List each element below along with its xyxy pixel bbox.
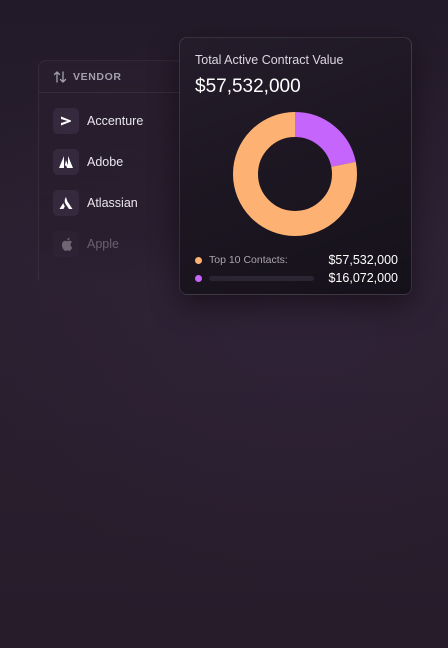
vendor-name: Apple	[87, 237, 119, 251]
accenture-logo-icon	[53, 108, 79, 134]
contract-value-card: Total Active Contract Value $57,532,000 …	[179, 37, 412, 295]
legend-item-second: $16,072,000	[195, 269, 398, 287]
atlassian-logo-icon	[53, 190, 79, 216]
total-contract-value: $57,532,000	[195, 76, 301, 97]
vendor-header-label: VENDOR	[73, 70, 122, 83]
apple-logo-icon	[53, 231, 79, 257]
legend-label: Top 10 Contacts:	[209, 254, 288, 266]
vendor-row-accenture[interactable]: Accenture	[53, 108, 143, 134]
purple-legend-dot	[195, 274, 202, 282]
vendor-name: Adobe	[87, 155, 124, 169]
legend-item-top-10: Top 10 Contacts: $57,532,000	[195, 251, 398, 269]
vendor-name: Atlassian	[87, 196, 138, 210]
vendor-name: Accenture	[87, 114, 144, 128]
card-title: Total Active Contract Value	[195, 53, 344, 67]
legend-placeholder-bar	[209, 275, 315, 281]
legend-amount: $57,532,000	[328, 253, 398, 267]
vendor-row-atlassian[interactable]: Atlassian	[53, 190, 138, 216]
donut-chart	[233, 112, 357, 236]
legend-amount: $16,072,000	[328, 271, 398, 285]
vendor-column-header[interactable]: VENDOR	[39, 61, 198, 93]
sort-arrows-icon[interactable]	[53, 70, 67, 84]
vendor-row-apple[interactable]: Apple	[53, 231, 119, 257]
adobe-logo-icon	[53, 149, 79, 175]
vendor-row-adobe[interactable]: Adobe	[53, 149, 123, 175]
orange-legend-dot	[195, 256, 202, 264]
vendor-panel: VENDOR Accenture Adobe Atlassian Apple	[38, 60, 198, 280]
